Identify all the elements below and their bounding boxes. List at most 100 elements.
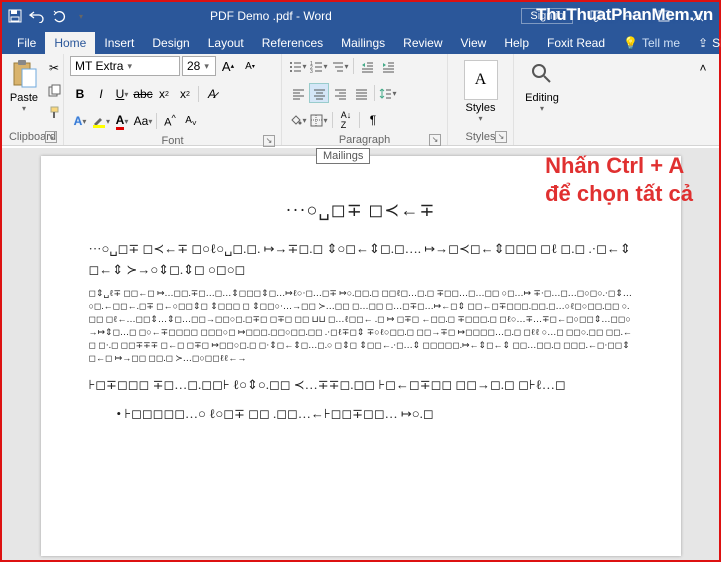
redo-icon[interactable]	[50, 7, 68, 25]
font-name-value: MT Extra	[75, 59, 123, 73]
watermark-text: ThuThuatPhanMem.vn	[536, 5, 713, 25]
chevron-down-icon: ▾	[204, 61, 209, 72]
editing-menu-button[interactable]: Editing ▾	[521, 56, 563, 113]
show-marks-button[interactable]: ¶	[363, 110, 383, 130]
undo-icon[interactable]	[28, 7, 46, 25]
tab-view[interactable]: View	[452, 32, 496, 54]
tab-review[interactable]: Review	[394, 32, 451, 54]
eraser-icon: A̷	[208, 87, 216, 101]
tab-home[interactable]: Home	[45, 32, 95, 54]
group-font: MT Extra▾ 28▾ A▴ A▾ B I U▾ abc x2 x2 A̷ …	[64, 54, 282, 145]
sort-button[interactable]: A↓Z	[336, 110, 356, 130]
shading-button[interactable]: ▾	[288, 110, 308, 130]
align-right-icon	[334, 87, 347, 100]
enclose-characters-button[interactable]: A˅	[181, 111, 201, 131]
paste-icon	[8, 58, 40, 90]
font-dialog-launcher[interactable]: ↘	[263, 135, 275, 147]
cut-button[interactable]: ✂	[44, 58, 64, 78]
clipboard-group-label: Clipboard↘	[8, 130, 57, 145]
save-icon[interactable]	[6, 7, 24, 25]
pilcrow-icon: ¶	[370, 113, 376, 127]
tell-me-search[interactable]: 💡 Tell me	[614, 32, 689, 54]
tab-design[interactable]: Design	[143, 32, 198, 54]
character-shading-button[interactable]: A^	[160, 111, 180, 131]
font-name-select[interactable]: MT Extra ▾	[70, 56, 180, 76]
text-effects-button[interactable]: A▾	[70, 111, 90, 131]
multilevel-list-button[interactable]: ▾	[330, 56, 350, 76]
group-editing: Editing ▾	[514, 54, 570, 145]
annotation-overlay: Nhấn Ctrl + A để chọn tất cả	[545, 152, 693, 207]
document-paragraph: ···○␣◻∓ ◻≺←∓ ◻○ℓ○␣◻.◻. ↦→∓◻.◻ ⇕○◻←⇕◻.◻….…	[89, 239, 633, 281]
justify-icon	[355, 87, 368, 100]
annotation-line1: Nhấn Ctrl + A	[545, 152, 693, 180]
superscript-button[interactable]: x2	[175, 84, 195, 104]
tab-layout[interactable]: Layout	[199, 32, 253, 54]
align-left-button[interactable]	[288, 83, 308, 103]
highlight-button[interactable]: ▾	[91, 111, 111, 131]
font-size-value: 28	[187, 59, 200, 73]
styles-dialog-launcher[interactable]: ↘	[495, 131, 507, 143]
tab-file[interactable]: File	[8, 32, 45, 54]
editing-group-label	[520, 142, 564, 145]
document-page[interactable]: ···○␣◻∓ ◻≺←∓ ···○␣◻∓ ◻≺←∓ ◻○ℓ○␣◻.◻. ↦→∓◻…	[41, 156, 681, 556]
paste-button[interactable]: Paste ▾	[8, 56, 40, 113]
bold-button[interactable]: B	[70, 84, 90, 104]
sort-icon: A↓Z	[341, 110, 352, 130]
change-case-button[interactable]: Aa▾	[133, 111, 153, 131]
align-left-icon	[292, 87, 305, 100]
format-painter-button[interactable]	[44, 102, 64, 122]
document-paragraph: ⊦◻∓◻◻◻ ∓◻…◻.◻◻⊦ ℓ○⇕○.◻◻ ≺…∓∓◻.◻◻ ⊦◻←◻∓◻◻…	[89, 375, 633, 396]
line-spacing-icon	[379, 87, 392, 100]
font-size-select[interactable]: 28 ▾	[182, 56, 216, 76]
scissors-icon: ✂	[49, 61, 59, 75]
strikethrough-button[interactable]: abc	[133, 84, 153, 104]
paragraph-dialog-launcher[interactable]: ↘	[429, 134, 441, 146]
quick-access-toolbar: ▾	[6, 7, 90, 25]
shrink-font-button[interactable]: A▾	[240, 56, 260, 76]
clipboard-dialog-launcher[interactable]: ↘	[45, 131, 57, 143]
numbering-button[interactable]: 123▾	[309, 56, 329, 76]
ribbon: Paste ▾ ✂ Clipboard↘ MT Extra▾ 28▾ A▴ A▾…	[2, 54, 719, 146]
tab-foxit[interactable]: Foxit Read	[538, 32, 614, 54]
bullets-button[interactable]: ▾	[288, 56, 308, 76]
underline-button[interactable]: U▾	[112, 84, 132, 104]
align-right-button[interactable]	[330, 83, 350, 103]
bullets-icon	[289, 60, 302, 73]
tab-help[interactable]: Help	[495, 32, 538, 54]
chevron-down-icon: ▾	[540, 104, 544, 113]
grow-font-button[interactable]: A▴	[218, 56, 238, 76]
borders-icon	[310, 114, 323, 127]
copy-icon	[48, 84, 61, 97]
tab-mailings[interactable]: Mailings	[332, 32, 394, 54]
chevron-down-icon: ▾	[127, 61, 132, 72]
justify-button[interactable]	[351, 83, 371, 103]
chevron-up-icon: ˄	[699, 61, 706, 75]
indent-icon	[382, 60, 395, 73]
increase-indent-button[interactable]	[378, 56, 398, 76]
font-group-label: Font↘	[70, 134, 275, 149]
font-color-button[interactable]: A▾	[112, 111, 132, 131]
group-paragraph: ▾ 123▾ ▾ ▾ ▾ ▾ A↓Z ¶	[282, 54, 448, 145]
line-spacing-button[interactable]: ▾	[378, 83, 398, 103]
group-styles: A Styles ▾ Styles ↘	[448, 54, 514, 145]
styles-label: Styles	[466, 102, 496, 114]
chevron-down-icon: ▾	[478, 114, 482, 123]
group-clipboard: Paste ▾ ✂ Clipboard↘	[2, 54, 64, 145]
tab-references[interactable]: References	[253, 32, 332, 54]
italic-button[interactable]: I	[91, 84, 111, 104]
styles-gallery-button[interactable]: A Styles ▾	[460, 56, 502, 123]
clear-formatting-button[interactable]: A̷	[202, 84, 222, 104]
copy-button[interactable]	[44, 80, 64, 100]
qat-customize-icon[interactable]: ▾	[72, 7, 90, 25]
collapse-ribbon-button[interactable]: ˄	[693, 58, 713, 78]
tab-insert[interactable]: Insert	[95, 32, 143, 54]
share-button[interactable]: ⇪ Share	[689, 32, 721, 54]
subscript-button[interactable]: x2	[154, 84, 174, 104]
align-center-button[interactable]	[309, 83, 329, 103]
paste-label: Paste	[10, 92, 38, 104]
style-preview: A	[464, 60, 498, 100]
mailings-tooltip: Mailings	[316, 148, 370, 164]
decrease-indent-button[interactable]	[357, 56, 377, 76]
outdent-icon	[361, 60, 374, 73]
borders-button[interactable]: ▾	[309, 110, 329, 130]
